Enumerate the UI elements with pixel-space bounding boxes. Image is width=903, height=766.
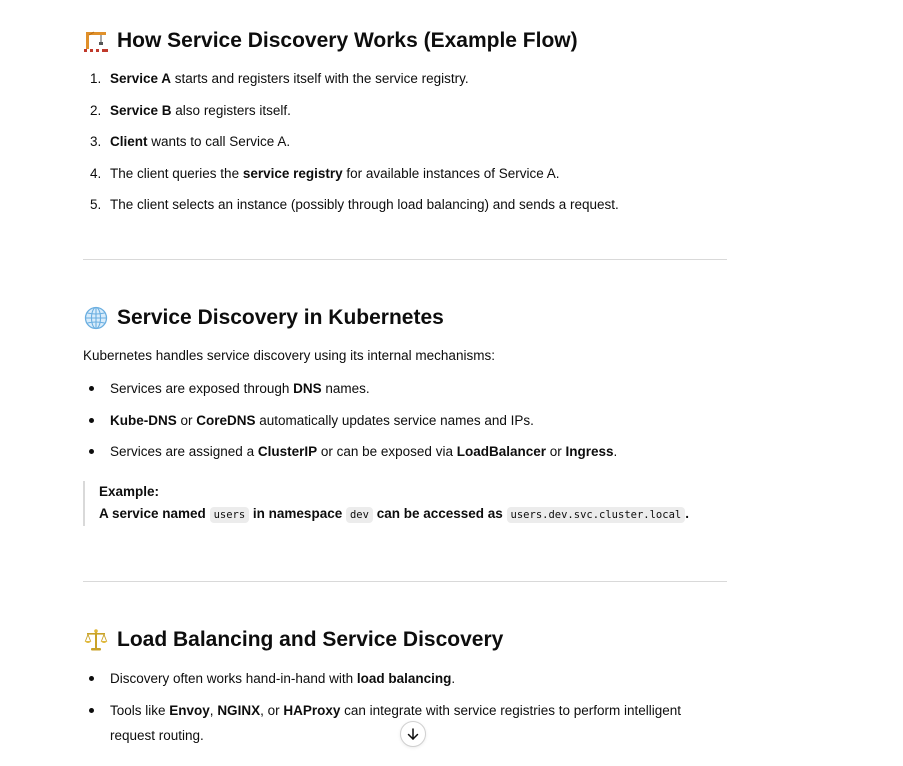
section-title: Load Balancing and Service Discovery [117, 628, 504, 651]
list-item: Services are exposed through DNS names. [83, 376, 617, 401]
list-item: 2. Service B also registers itself. [90, 102, 291, 118]
example-blockquote: Example: A service named users in namesp… [83, 481, 719, 526]
section-heading-load-balancing: Load Balancing and Service Discovery [83, 625, 503, 655]
inline-code: users.dev.svc.cluster.local [506, 507, 686, 523]
example-text: A service named users in namespace dev c… [99, 506, 689, 523]
inline-code: users [209, 507, 250, 523]
list-item: 1. Service A starts and registers itself… [90, 71, 469, 86]
section-intro: Kubernetes handles service discovery usi… [83, 348, 495, 363]
list-item: Services are assigned a ClusterIP or can… [83, 439, 617, 464]
section-title: How Service Discovery Works (Example Flo… [117, 29, 578, 52]
list-item: 4. The client queries the service regist… [90, 165, 560, 181]
example-label: Example: [99, 484, 160, 499]
kubernetes-bullet-list: Services are exposed through DNS names. … [83, 376, 617, 471]
section-divider [83, 259, 727, 260]
bullet-dot [83, 439, 110, 464]
section-title: Service Discovery in Kubernetes [117, 306, 444, 329]
list-item: Discovery often works hand-in-hand with … [83, 666, 713, 691]
bullet-dot [83, 698, 110, 748]
section-divider [83, 581, 727, 582]
bullet-dot [83, 376, 110, 401]
list-item: Kube-DNS or CoreDNS automatically update… [83, 408, 617, 433]
list-item: 5. The client selects an instance (possi… [90, 197, 619, 212]
globe-icon [83, 305, 109, 331]
construction-crane-icon [83, 28, 109, 54]
section-heading-flow: How Service Discovery Works (Example Flo… [83, 26, 578, 56]
load-balancing-bullet-list: Discovery often works hand-in-hand with … [83, 666, 713, 754]
bullet-dot [83, 408, 110, 433]
arrow-down-icon [406, 727, 420, 741]
list-item: 3. Client wants to call Service A. [90, 134, 291, 149]
flow-steps-list: 1. Service A starts and registers itself… [83, 66, 619, 224]
balance-scale-icon [83, 627, 109, 653]
bullet-dot [83, 666, 110, 691]
scroll-to-bottom-button[interactable] [400, 721, 426, 747]
inline-code: dev [345, 507, 373, 523]
section-heading-kubernetes: Service Discovery in Kubernetes [83, 303, 444, 333]
list-item: Tools like Envoy, NGINX, or HAProxy can … [83, 698, 713, 748]
